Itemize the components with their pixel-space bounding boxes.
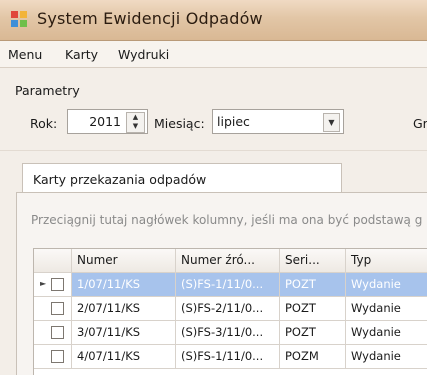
month-label: Miesiąc:	[154, 116, 205, 131]
menu-item-menu[interactable]: Menu	[8, 47, 42, 62]
parameters-title: Parametry	[15, 83, 80, 98]
cell-typ[interactable]: Wydanie	[346, 297, 427, 321]
cell-numer-zrodla[interactable]: (S)FS-1/11/0...	[176, 345, 280, 369]
spin-down-icon[interactable]: ▼	[127, 122, 144, 131]
window-title: System Ewidencji Odpadów	[37, 9, 263, 28]
month-select[interactable]: lipiec ▼	[212, 109, 344, 134]
cell-seria[interactable]: POZT	[280, 273, 346, 297]
row-checkbox[interactable]	[51, 326, 64, 339]
divider	[0, 150, 427, 151]
cell-numer-zrodla[interactable]: (S)FS-3/11/0...	[176, 321, 280, 345]
row-checkbox[interactable]	[51, 302, 64, 315]
app-icon	[11, 11, 27, 27]
column-header-numer-zrodla[interactable]: Numer źró...	[176, 249, 280, 273]
cell-typ[interactable]: Wydanie	[346, 273, 427, 297]
group-by-hint: Przeciągnij tutaj nagłówek kolumny, jeśl…	[31, 213, 423, 227]
cell-numer[interactable]: 2/07/11/KS	[72, 297, 176, 321]
cell-seria[interactable]: POZM	[280, 345, 346, 369]
spin-up-icon[interactable]: ▲	[127, 113, 144, 122]
row-indicator-cell	[34, 297, 72, 321]
data-grid: Numer Numer źró... Seri... Typ ► 1/07/11…	[33, 248, 427, 375]
current-row-icon: ►	[40, 279, 47, 288]
cell-typ[interactable]: Wydanie	[346, 345, 427, 369]
cell-numer-zrodla[interactable]: (S)FS-1/11/0...	[176, 273, 280, 297]
group-label: Gr	[413, 116, 427, 131]
title-bar: System Ewidencji Odpadów	[0, 0, 427, 41]
row-indicator-cell: ►	[34, 273, 72, 297]
year-value: 2011	[89, 114, 121, 129]
column-header-seria[interactable]: Seri...	[280, 249, 346, 273]
year-spinner[interactable]: 2011 ▲ ▼	[67, 109, 148, 134]
row-indicator-cell	[34, 345, 72, 369]
row-indicator-cell	[34, 321, 72, 345]
chevron-down-icon[interactable]: ▼	[323, 113, 340, 132]
column-header-numer[interactable]: Numer	[72, 249, 176, 273]
row-checkbox[interactable]	[51, 350, 64, 363]
menu-item-karty[interactable]: Karty	[65, 47, 98, 62]
row-checkbox[interactable]	[51, 278, 64, 291]
year-label: Rok:	[30, 116, 58, 131]
tab-label: Karty przekazania odpadów	[33, 172, 207, 187]
cell-numer[interactable]: 3/07/11/KS	[72, 321, 176, 345]
column-header-typ[interactable]: Typ	[346, 249, 427, 273]
row-indicator-header	[34, 249, 72, 273]
cell-numer[interactable]: 4/07/11/KS	[72, 345, 176, 369]
cell-seria[interactable]: POZT	[280, 297, 346, 321]
cell-seria[interactable]: POZT	[280, 321, 346, 345]
menu-bar: Menu Karty Wydruki	[0, 41, 427, 68]
cell-numer-zrodla[interactable]: (S)FS-2/11/0...	[176, 297, 280, 321]
menu-item-wydruki[interactable]: Wydruki	[118, 47, 169, 62]
cell-numer[interactable]: 1/07/11/KS	[72, 273, 176, 297]
cell-typ[interactable]: Wydanie	[346, 321, 427, 345]
spinner-buttons[interactable]: ▲ ▼	[126, 112, 145, 133]
tab-karty-przekazania[interactable]: Karty przekazania odpadów	[22, 163, 342, 193]
month-value: lipiec	[217, 114, 250, 129]
